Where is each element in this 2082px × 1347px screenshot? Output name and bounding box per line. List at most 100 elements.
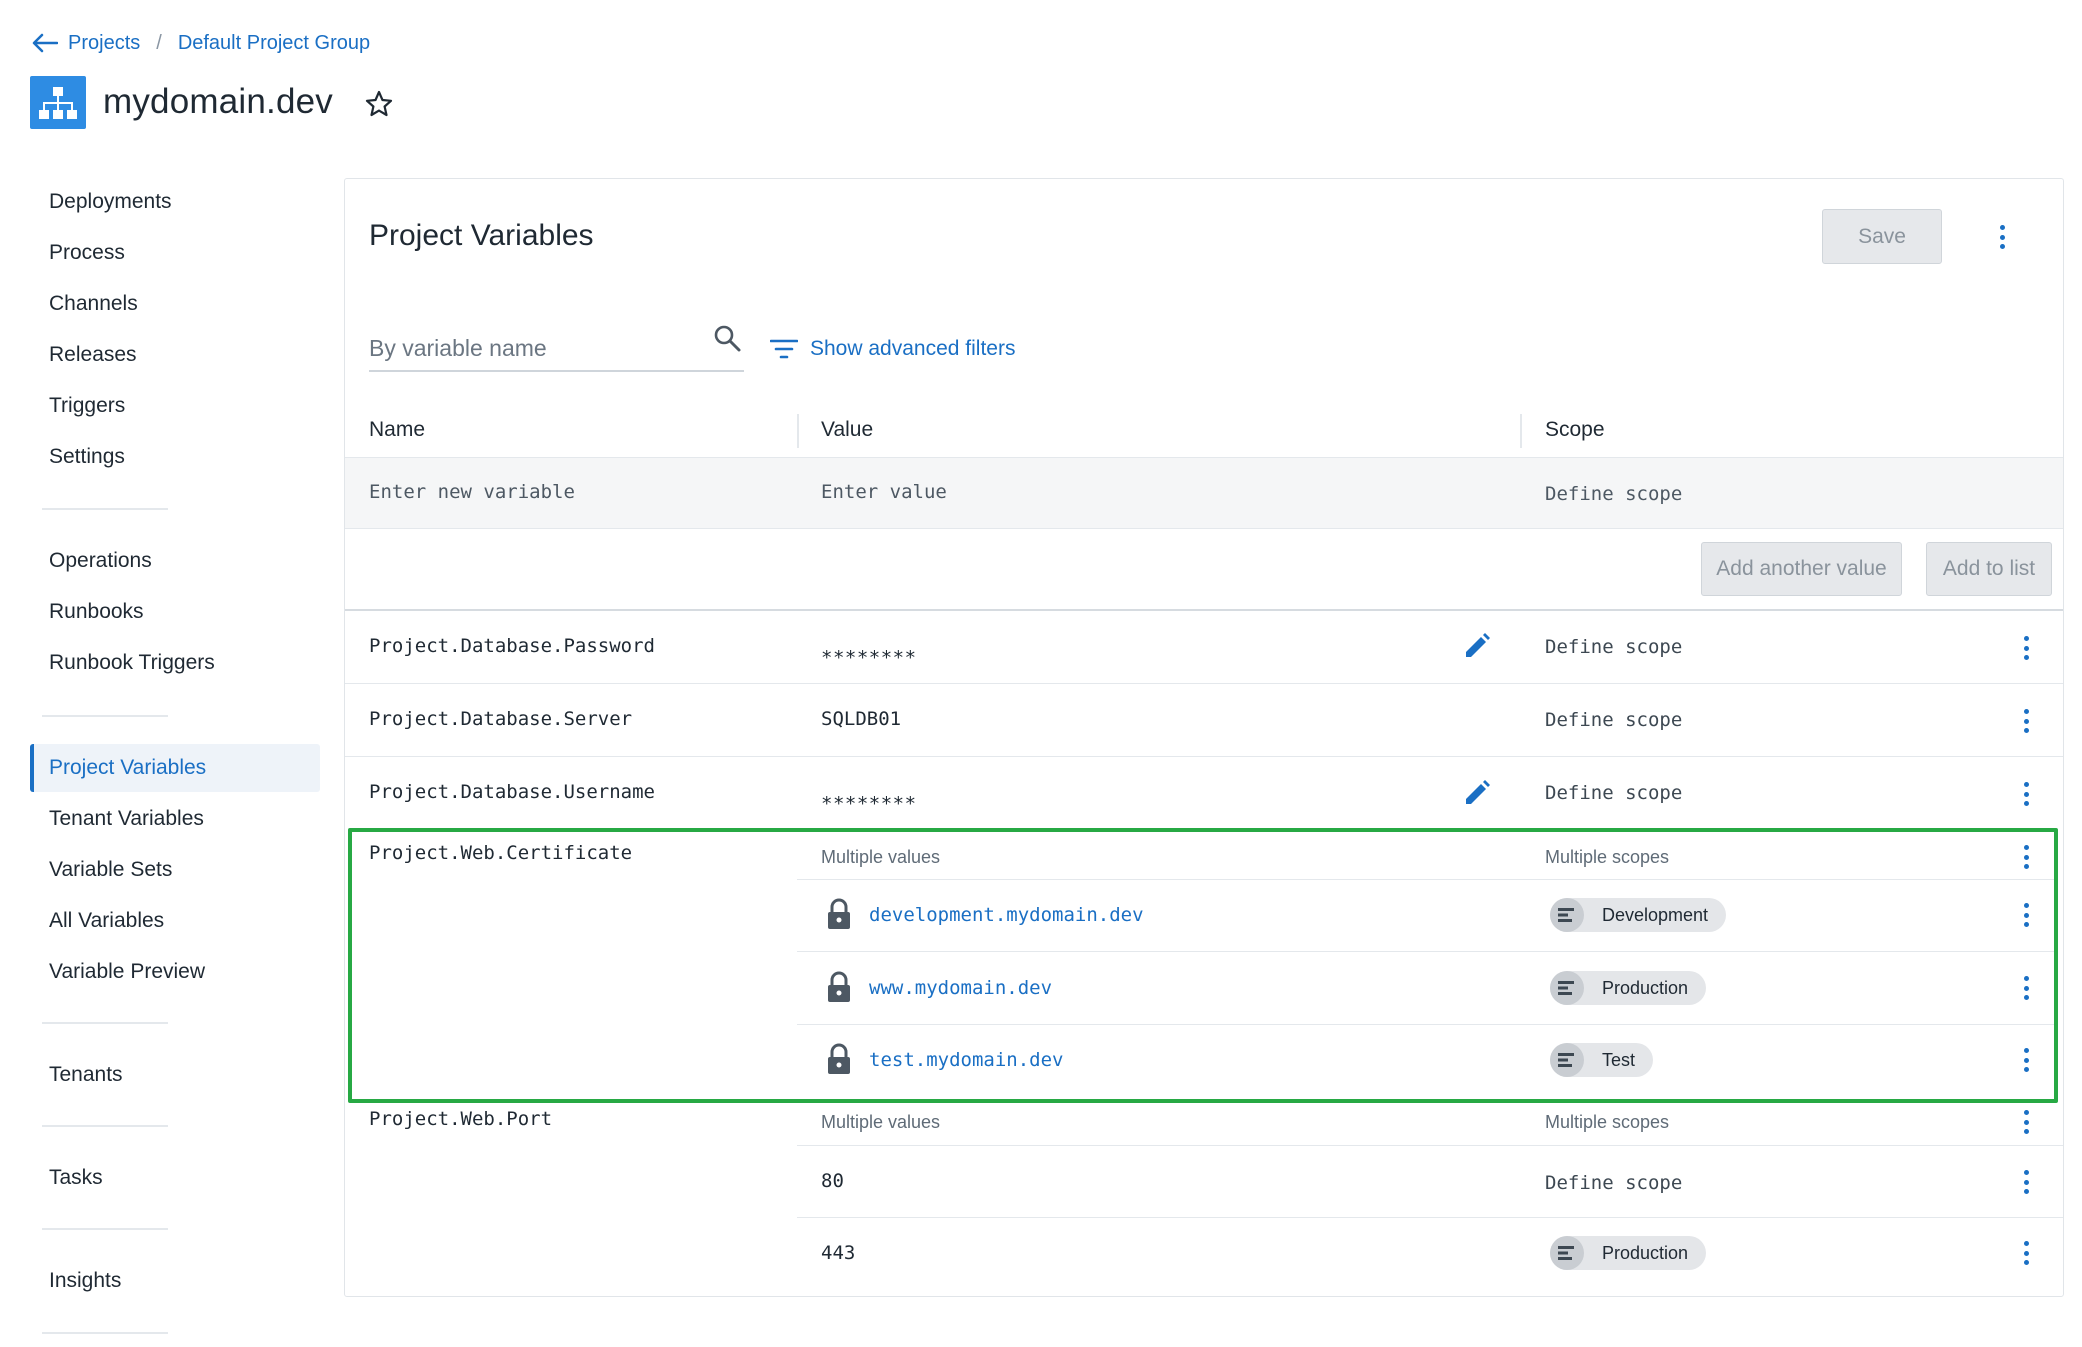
- kebab-menu-icon[interactable]: [2021, 706, 2031, 736]
- variable-name[interactable]: Project.Database.Password: [369, 635, 655, 657]
- column-divider: [1520, 414, 1522, 448]
- environment-icon: [1550, 898, 1584, 932]
- kebab-menu-icon[interactable]: [2021, 779, 2031, 809]
- row-divider: [797, 1217, 2063, 1218]
- kebab-menu-icon[interactable]: [2021, 1238, 2031, 1268]
- variable-name[interactable]: Project.Web.Port: [369, 1108, 552, 1130]
- sidebar-item-insights[interactable]: Insights: [49, 1266, 121, 1296]
- sidebar-item-all-variables[interactable]: All Variables: [49, 906, 164, 936]
- certificate-link[interactable]: development.mydomain.dev: [869, 904, 1144, 926]
- variable-scope[interactable]: Define scope: [1545, 636, 1682, 658]
- kebab-menu-icon[interactable]: [2021, 900, 2031, 930]
- kebab-menu-icon[interactable]: [2021, 1045, 2031, 1075]
- row-divider: [797, 1024, 2054, 1025]
- sidebar-divider: [42, 1125, 168, 1127]
- sidebar-item-variable-sets[interactable]: Variable Sets: [49, 855, 172, 885]
- variable-scope[interactable]: Define scope: [1545, 709, 1682, 731]
- sidebar-divider: [42, 1022, 168, 1024]
- certificate-link[interactable]: www.mydomain.dev: [869, 977, 1052, 999]
- environment-icon: [1550, 971, 1584, 1005]
- environment-label: Production: [1602, 977, 1689, 998]
- row-divider: [797, 1145, 2063, 1146]
- new-variable-name-field[interactable]: Enter new variable: [369, 481, 575, 503]
- environment-label: Test: [1602, 1049, 1636, 1070]
- row-divider: [345, 756, 2063, 757]
- search-icon[interactable]: [712, 323, 742, 353]
- environment-icon: [1550, 1236, 1584, 1270]
- star-icon[interactable]: [364, 89, 394, 119]
- page-title: Project Variables: [369, 219, 594, 252]
- breadcrumb-group-link[interactable]: Default Project Group: [178, 32, 370, 55]
- environment-chip[interactable]: Production: [1550, 1236, 1707, 1270]
- environment-icon: [1550, 1043, 1584, 1077]
- environment-chip[interactable]: Test: [1550, 1043, 1654, 1077]
- sidebar-item-tasks[interactable]: Tasks: [49, 1163, 103, 1193]
- edit-icon[interactable]: [1462, 778, 1492, 808]
- column-header-scope: Scope: [1545, 418, 1605, 441]
- breadcrumb-separator: /: [156, 31, 162, 54]
- sidebar-item-releases[interactable]: Releases: [49, 340, 137, 370]
- kebab-menu-icon[interactable]: [2021, 633, 2031, 663]
- kebab-menu-icon[interactable]: [2021, 973, 2031, 1003]
- value-summary: Multiple values: [821, 1112, 941, 1132]
- certificate-link[interactable]: test.mydomain.dev: [869, 1049, 1063, 1071]
- add-to-list-button[interactable]: Add to list: [1926, 542, 2052, 596]
- new-variable-row: [345, 457, 2063, 529]
- row-divider: [345, 609, 2063, 611]
- sidebar-divider: [42, 1228, 168, 1230]
- add-another-value-button[interactable]: Add another value: [1701, 542, 1902, 596]
- variable-name[interactable]: Project.Database.Server: [369, 708, 632, 730]
- column-header-name: Name: [369, 418, 426, 441]
- environment-label: Development: [1602, 904, 1709, 925]
- kebab-menu-icon[interactable]: [1997, 222, 2007, 252]
- variable-value[interactable]: 80: [821, 1170, 844, 1192]
- lock-icon: [828, 971, 850, 1002]
- search-input[interactable]: [369, 330, 744, 372]
- breadcrumb-projects-link[interactable]: Projects: [68, 32, 140, 55]
- sidebar-item-tenants[interactable]: Tenants: [49, 1060, 123, 1090]
- sidebar-item-tenant-variables[interactable]: Tenant Variables: [49, 804, 204, 834]
- sidebar-item-operations[interactable]: Operations: [49, 546, 152, 576]
- new-variable-value-field[interactable]: Enter value: [821, 481, 947, 503]
- kebab-menu-icon[interactable]: [2021, 1167, 2031, 1197]
- sidebar-item-runbook-triggers[interactable]: Runbook Triggers: [49, 648, 215, 678]
- column-header-value: Value: [821, 418, 874, 441]
- project-logo: [30, 76, 86, 129]
- sidebar-item-deployments[interactable]: Deployments: [49, 187, 172, 217]
- variable-value[interactable]: SQLDB01: [821, 708, 901, 730]
- variable-scope[interactable]: Define scope: [1545, 782, 1682, 804]
- column-divider: [797, 414, 799, 448]
- row-divider: [345, 683, 2063, 684]
- back-arrow-icon[interactable]: [32, 33, 58, 53]
- sidebar-item-settings[interactable]: Settings: [49, 442, 125, 472]
- sidebar-divider: [42, 1332, 168, 1334]
- variable-value-masked: ********: [821, 793, 917, 815]
- environment-chip[interactable]: Development: [1550, 898, 1727, 932]
- sidebar-item-variable-preview[interactable]: Variable Preview: [49, 957, 205, 987]
- sidebar-item-triggers[interactable]: Triggers: [49, 391, 125, 421]
- sidebar-item-project-variables[interactable]: Project Variables: [49, 753, 206, 783]
- row-divider: [797, 879, 2054, 880]
- show-advanced-filters-button[interactable]: Show advanced filters: [770, 333, 1015, 365]
- sidebar-item-process[interactable]: Process: [49, 238, 125, 268]
- save-button[interactable]: Save: [1822, 209, 1942, 264]
- variable-name[interactable]: Project.Database.Username: [369, 781, 655, 803]
- variable-value-masked: ********: [821, 647, 917, 669]
- sidebar-divider: [42, 508, 168, 510]
- kebab-menu-icon[interactable]: [2021, 842, 2031, 872]
- sidebar-item-runbooks[interactable]: Runbooks: [49, 597, 144, 627]
- kebab-menu-icon[interactable]: [2021, 1107, 2031, 1137]
- variable-scope[interactable]: Define scope: [1545, 1172, 1682, 1194]
- variable-name[interactable]: Project.Web.Certificate: [369, 842, 632, 864]
- scope-summary: Multiple scopes: [1545, 847, 1670, 867]
- sidebar-item-channels[interactable]: Channels: [49, 289, 138, 319]
- value-summary: Multiple values: [821, 847, 941, 867]
- project-logo-icon: [39, 86, 77, 119]
- lock-icon: [828, 898, 850, 929]
- filter-label: Show advanced filters: [810, 337, 1016, 360]
- variable-value[interactable]: 443: [821, 1242, 855, 1264]
- new-variable-scope-field[interactable]: Define scope: [1545, 483, 1682, 505]
- sidebar-divider: [42, 715, 168, 717]
- edit-icon[interactable]: [1462, 631, 1492, 661]
- environment-chip[interactable]: Production: [1550, 971, 1707, 1005]
